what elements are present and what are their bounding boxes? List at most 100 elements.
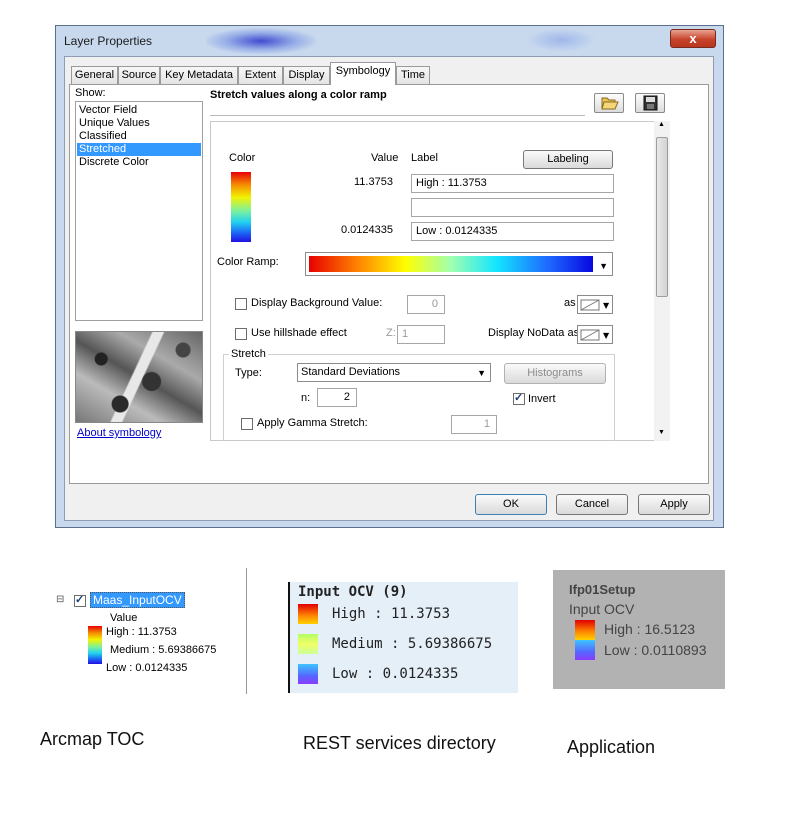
scroll-up-icon[interactable]: ▲	[658, 121, 665, 128]
caption-rest-services: REST services directory	[303, 733, 496, 753]
list-item[interactable]: Classified	[77, 130, 201, 143]
ok-button[interactable]: OK	[475, 494, 547, 515]
gamma-stretch-checkbox[interactable]	[241, 418, 253, 430]
layer-properties-dialog: Layer Properties x General Source Key Me…	[55, 25, 724, 528]
tab-symbology[interactable]: Symbology	[330, 62, 396, 85]
background-color-picker[interactable]: ▼	[577, 295, 613, 314]
toc-medium-label: Medium : 5.69386675	[110, 644, 217, 656]
stretch-type-dropdown[interactable]: Standard Deviations ▼	[297, 363, 491, 382]
rest-layer-title: Input OCV (9)	[298, 584, 408, 600]
stretch-type-value: Standard Deviations	[301, 366, 401, 378]
background-map-blob	[526, 28, 596, 52]
nodata-label: Display NoData as	[488, 327, 580, 339]
tab-display[interactable]: Display	[283, 66, 330, 84]
tab-extent[interactable]: Extent	[238, 66, 283, 84]
background-value-field[interactable]: 0	[407, 295, 445, 314]
close-button[interactable]: x	[670, 29, 716, 48]
toc-layer-name[interactable]: Maas_InputOCV	[90, 592, 185, 608]
stretch-group-label: Stretch	[229, 348, 268, 360]
caption-arcmap-toc: Arcmap TOC	[40, 729, 145, 749]
display-background-checkbox[interactable]	[235, 298, 247, 310]
high-value: 11.3753	[354, 176, 393, 188]
mid-label-field[interactable]	[411, 198, 614, 217]
about-symbology-link[interactable]: About symbology	[77, 427, 161, 439]
layer-visibility-checkbox[interactable]	[74, 593, 86, 607]
color-ramp-dropdown[interactable]: ▼	[305, 252, 613, 276]
low-value: 0.0124335	[341, 224, 393, 236]
show-label: Show:	[75, 87, 106, 99]
low-label-field[interactable]: Low : 0.0124335	[411, 222, 614, 241]
toc-low-label: Low : 0.0124335	[106, 662, 188, 674]
app-low-label: Low : 0.0110893	[604, 642, 707, 658]
rest-high-swatch	[298, 604, 318, 624]
tab-source[interactable]: Source	[118, 66, 160, 84]
hillshade-label: Use hillshade effect	[251, 327, 347, 339]
high-label-field[interactable]: High : 11.3753	[411, 174, 614, 193]
rest-medium-swatch	[298, 634, 318, 654]
rest-low-swatch	[298, 664, 318, 684]
app-layer-title: Ifp01Setup	[569, 582, 636, 597]
invert-checkbox[interactable]	[513, 391, 525, 405]
histograms-button[interactable]: Histograms	[504, 363, 606, 384]
show-list[interactable]: Vector Field Unique Values Classified St…	[75, 101, 203, 321]
svg-text:▼: ▼	[603, 301, 610, 310]
rest-low-label: Low : 0.0124335	[332, 666, 459, 682]
close-icon: x	[689, 31, 697, 46]
invert-label: Invert	[528, 393, 556, 405]
z-label: Z:	[386, 327, 396, 339]
list-item[interactable]: Vector Field	[77, 104, 201, 117]
chevron-down-icon: ▼	[477, 368, 486, 378]
divider	[210, 115, 585, 116]
open-symbology-button[interactable]	[594, 93, 624, 113]
nodata-color-picker[interactable]: ▼	[577, 325, 613, 344]
app-low-swatch	[575, 640, 595, 660]
scrollbar-thumb[interactable]	[656, 137, 668, 297]
list-item[interactable]: Unique Values	[77, 117, 201, 130]
panel-subheading: Stretch values along a color ramp	[210, 89, 387, 101]
symbology-preview-image	[75, 331, 203, 423]
cancel-button[interactable]: Cancel	[556, 494, 628, 515]
application-legend-panel: Ifp01Setup Input OCV High : 16.5123 Low …	[553, 570, 725, 689]
collapse-icon[interactable]: ⊟	[56, 594, 64, 605]
app-high-swatch	[575, 620, 595, 640]
as-label: as	[564, 297, 576, 309]
app-high-label: High : 16.5123	[604, 621, 696, 637]
color-column-header: Color	[229, 152, 256, 164]
gamma-value-field[interactable]: 1	[451, 415, 497, 434]
color-ramp-label: Color Ramp:	[217, 256, 279, 268]
dialog-title: Layer Properties	[64, 34, 153, 48]
save-icon	[643, 95, 658, 111]
rest-legend-panel: Input OCV (9) High : 11.3753 Medium : 5.…	[288, 582, 518, 693]
color-swatch-icon: ▼	[580, 299, 610, 311]
legend-color-ramp[interactable]	[231, 172, 251, 242]
arcmap-toc: ⊟ Maas_InputOCV Value High : 11.3753 Med…	[0, 580, 250, 690]
toc-high-label: High : 11.3753	[106, 626, 177, 638]
title-bar[interactable]: Layer Properties x	[56, 26, 723, 56]
color-ramp-preview	[309, 256, 593, 272]
divider	[246, 568, 247, 694]
type-label: Type:	[235, 367, 262, 379]
symbology-scroll-area: Color Value Label Labeling 11.3753 High …	[210, 121, 670, 441]
hillshade-checkbox[interactable]	[235, 328, 247, 340]
gamma-stretch-label: Apply Gamma Stretch:	[257, 417, 368, 429]
toc-legend-ramp	[88, 626, 102, 664]
chevron-down-icon: ▼	[599, 261, 608, 271]
tab-time[interactable]: Time	[396, 66, 430, 84]
dialog-client-area: General Source Key Metadata Extent Displ…	[64, 56, 714, 521]
labeling-button[interactable]: Labeling	[523, 150, 613, 169]
symbology-panel: Show: Vector Field Unique Values Classif…	[69, 84, 709, 484]
tab-general[interactable]: General	[71, 66, 118, 84]
z-factor-field[interactable]: 1	[397, 325, 445, 344]
list-item-selected[interactable]: Stretched	[77, 143, 201, 156]
list-item[interactable]: Discrete Color	[77, 156, 201, 169]
apply-button[interactable]: Apply	[638, 494, 710, 515]
background-map-blob	[206, 28, 316, 54]
n-value-field[interactable]: 2	[317, 388, 357, 407]
save-symbology-button[interactable]	[635, 93, 665, 113]
app-layer-subtitle: Input OCV	[569, 601, 635, 617]
scroll-down-icon[interactable]: ▼	[658, 429, 665, 436]
caption-application: Application	[567, 737, 656, 757]
rest-high-label: High : 11.3753	[332, 606, 451, 622]
tab-key-metadata[interactable]: Key Metadata	[160, 66, 238, 84]
toc-value-header: Value	[110, 612, 138, 624]
